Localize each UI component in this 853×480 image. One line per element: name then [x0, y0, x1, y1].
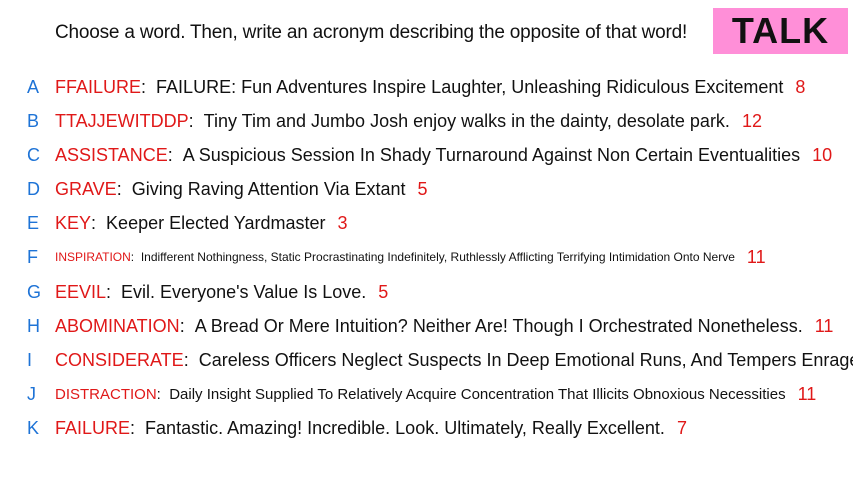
entry-acronym: Giving Raving Attention Via Extant	[131, 178, 406, 199]
entry-content: DISTRACTION: Daily Insight Supplied To R…	[55, 383, 817, 404]
entry-acronym: Indifferent Nothingness, Static Procrast…	[140, 250, 735, 264]
entry-acronym: Tiny Tim and Jumbo Josh enjoy walks in t…	[203, 110, 730, 131]
entry-content: INSPIRATION: Indifferent Nothingness, St…	[55, 246, 766, 267]
talk-badge: TALK	[713, 8, 848, 54]
entry-word: KEY	[55, 212, 92, 233]
entry-acronym: A Suspicious Session In Shady Turnaround…	[182, 144, 801, 165]
entry-content: FAILURE: Fantastic. Amazing! Incredible.…	[55, 417, 687, 438]
entry-acronym: Keeper Elected Yardmaster	[106, 212, 326, 233]
entry-score: 7	[676, 417, 687, 438]
entry-letter: A	[27, 76, 40, 97]
entry-content: CONSIDERATE: Careless Officers Neglect S…	[55, 350, 853, 371]
entry-score: 11	[746, 246, 766, 267]
entry-word: ABOMINATION	[55, 315, 180, 336]
entry-score: 5	[417, 178, 428, 199]
entry-score: 10	[812, 144, 833, 165]
entry-word: FAILURE	[55, 417, 131, 438]
entry-letter: E	[27, 212, 40, 233]
entry-score: 11	[797, 383, 817, 404]
entry-content: ABOMINATION: A Bread Or Mere Intuition? …	[55, 315, 834, 336]
entry-content: ASSISTANCE: A Suspicious Session In Shad…	[55, 144, 833, 165]
entry-acronym: Careless Officers Neglect Suspects In De…	[198, 349, 853, 370]
entry-content: GRAVE: Giving Raving Attention Via Extan…	[55, 178, 428, 199]
entry-content: FFAILURE: FAILURE: Fun Adventures Inspir…	[55, 76, 806, 97]
entry-letter: H	[27, 315, 40, 336]
entry-letter: B	[27, 110, 40, 131]
entry-score: 3	[337, 212, 348, 233]
entry-letter: C	[27, 144, 40, 165]
entry-score: 11	[814, 315, 834, 336]
entry-content: EEVIL: Evil. Everyone's Value Is Love. 5	[55, 281, 389, 302]
entry-word: ASSISTANCE	[55, 144, 168, 165]
entry-score: 12	[741, 110, 762, 131]
entry-acronym: Fantastic. Amazing! Incredible. Look. Ul…	[145, 417, 665, 438]
prompt-text: Choose a word. Then, write an acronym de…	[55, 22, 688, 43]
entry-word: GRAVE	[55, 178, 117, 199]
entry-content: TTAJJEWITDDP: Tiny Tim and Jumbo Josh en…	[55, 110, 762, 131]
entry-letter: D	[27, 178, 40, 199]
entry-letter: G	[27, 281, 42, 302]
entry-acronym: A Bread Or Mere Intuition? Neither Are! …	[194, 315, 803, 336]
entry-letter: I	[27, 349, 33, 370]
entry-word: INSPIRATION	[55, 250, 131, 264]
entry-word: FFAILURE	[55, 76, 142, 97]
entry-word: CONSIDERATE	[55, 349, 184, 370]
entry-letter: J	[27, 383, 36, 404]
entry-score: 8	[795, 76, 806, 97]
entry-score: 5	[378, 281, 389, 302]
entry-word: EEVIL	[55, 281, 107, 302]
entry-word: DISTRACTION	[55, 385, 157, 403]
entry-letter: K	[27, 417, 40, 438]
entry-acronym: Evil. Everyone's Value Is Love.	[121, 281, 367, 302]
entry-acronym: Daily Insight Supplied To Relatively Acq…	[169, 385, 786, 403]
entry-acronym: FAILURE: Fun Adventures Inspire Laughter…	[156, 76, 784, 97]
entry-letter: F	[27, 246, 38, 267]
entry-word: TTAJJEWITDDP	[55, 110, 189, 131]
entry-content: KEY: Keeper Elected Yardmaster 3	[55, 212, 348, 233]
